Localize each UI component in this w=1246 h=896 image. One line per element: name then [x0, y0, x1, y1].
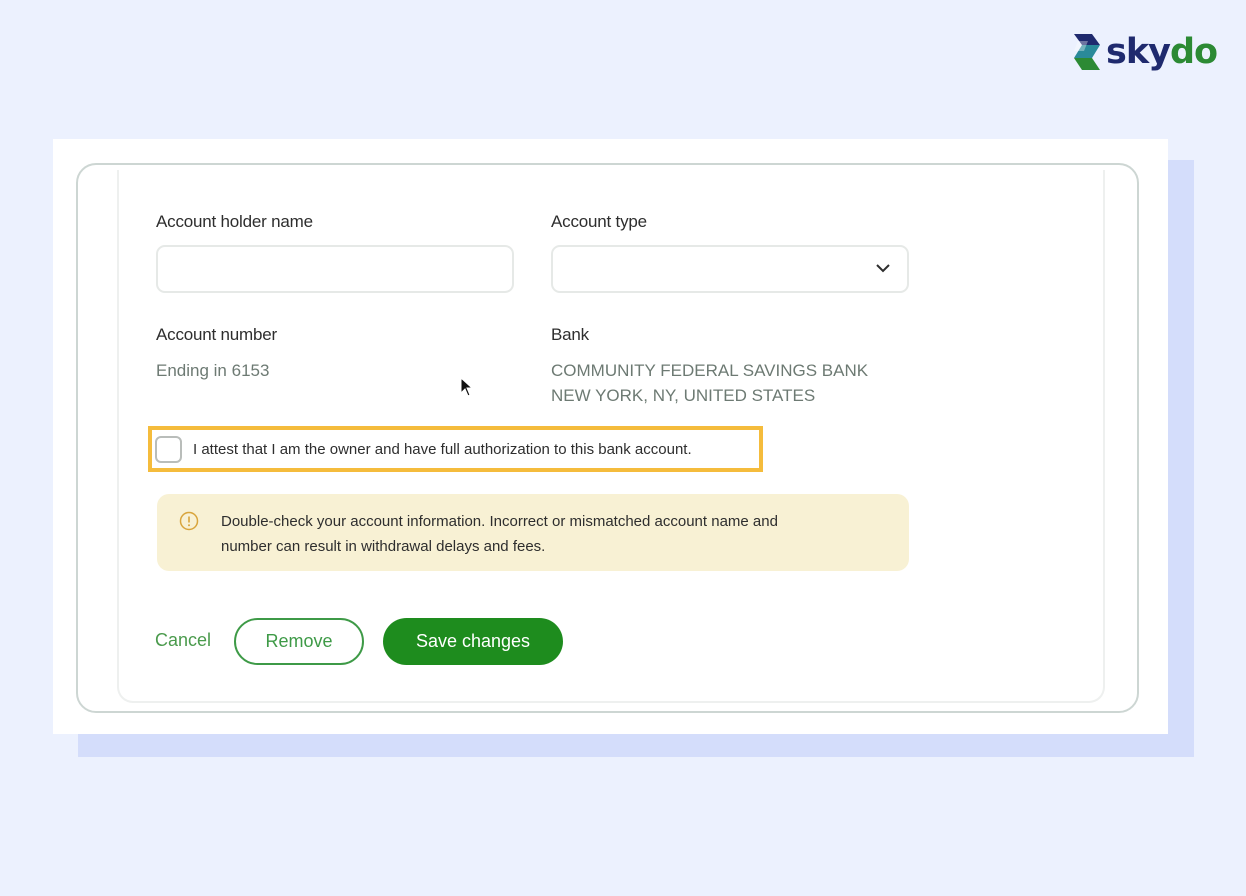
save-changes-button[interactable]: Save changes — [383, 618, 563, 665]
exclamation-circle-icon — [179, 511, 199, 531]
attestation-checkbox[interactable] — [155, 436, 182, 463]
warning-line-2: number can result in withdrawal delays a… — [221, 538, 546, 555]
warning-text: Double-check your account information. I… — [221, 509, 778, 559]
account-holder-name-input[interactable] — [158, 247, 512, 291]
mouse-cursor-icon — [460, 377, 474, 397]
account-holder-name-label: Account holder name — [156, 212, 313, 231]
account-number-value: Ending in 6153 — [156, 361, 270, 380]
logo-text-do: do — [1169, 32, 1218, 72]
account-type-select[interactable] — [551, 245, 909, 293]
account-type-label: Account type — [551, 212, 647, 231]
logo-wordmark: skydo — [1106, 30, 1218, 74]
account-number-label: Account number — [156, 325, 277, 344]
skydo-logo: skydo — [1070, 30, 1218, 74]
cancel-link[interactable]: Cancel — [155, 630, 211, 651]
logo-text-sky: sky — [1106, 32, 1171, 72]
bank-location: NEW YORK, NY, UNITED STATES — [551, 386, 816, 405]
chevron-down-icon — [876, 264, 890, 273]
warning-line-1: Double-check your account information. I… — [221, 513, 778, 530]
skydo-s-mark-icon — [1074, 34, 1100, 70]
attestation-text: I attest that I am the owner and have fu… — [193, 441, 692, 458]
account-holder-name-field[interactable] — [156, 245, 514, 293]
bank-name: COMMUNITY FEDERAL SAVINGS BANK — [551, 361, 869, 380]
bank-label: Bank — [551, 325, 589, 344]
remove-button[interactable]: Remove — [234, 618, 364, 665]
